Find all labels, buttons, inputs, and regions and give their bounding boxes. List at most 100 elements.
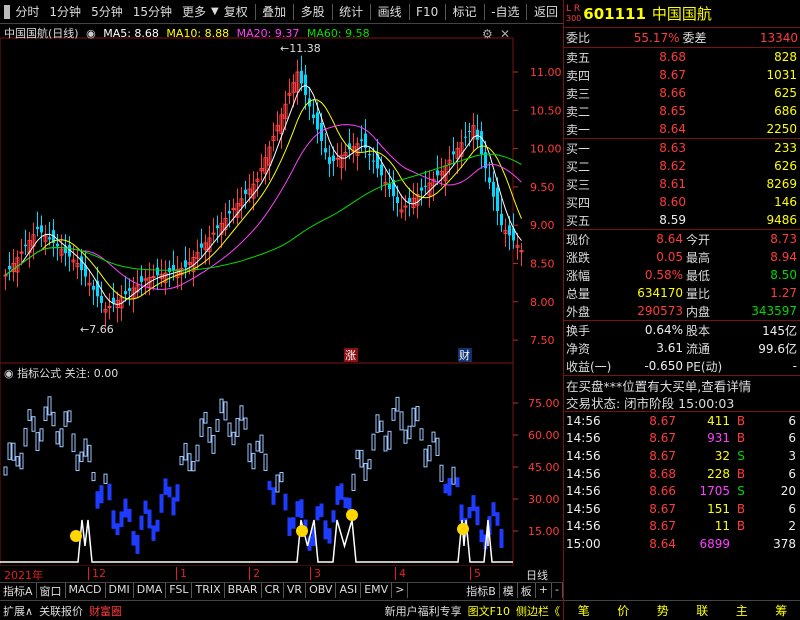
tick-list: 14:56 8.67 411 B 6 14:56 8.67 931 B 6 14:56 8.67 32 S… (564, 412, 800, 553)
tick-row: 14:56 8.66 1705 S 20 (566, 484, 796, 499)
tab-board[interactable]: 板 (518, 583, 536, 598)
tab-dmi[interactable]: DMI (106, 583, 134, 598)
tab-cr[interactable]: CR (262, 583, 284, 598)
low-price-label: ←7.66 (80, 323, 114, 336)
panel-tab[interactable]: 筹 (762, 602, 800, 619)
panel-tab[interactable]: 主 (722, 602, 762, 619)
quote-panel: L R 300 601111 中国国航 委比 55.17% 委差 13340 卖五… (563, 0, 800, 620)
bid-row[interactable]: 买二 8.62 626 (564, 157, 800, 175)
tab-indicator-a[interactable]: 指标A (0, 583, 37, 598)
related-quotes-button[interactable]: 关联报价 (36, 603, 86, 619)
indicator-label: 指标公式 关注: 0.00 (17, 367, 119, 380)
ma10-label: MA10: 8.88 (166, 27, 230, 40)
new-user-button[interactable]: 新用户福利专享 (382, 603, 465, 619)
panel-tab[interactable]: 势 (643, 602, 683, 619)
date-label: 2021年 (4, 569, 43, 582)
ask-row[interactable]: 卖四 8.67 1031 (564, 66, 800, 84)
tab-macd[interactable]: MACD (66, 583, 106, 598)
stock-header: L R 300 601111 中国国航 (564, 0, 800, 28)
tab-add[interactable]: + (536, 583, 553, 598)
date-label: 3 (314, 567, 321, 580)
ma20-label: MA20: 9.37 (236, 27, 300, 40)
settings-icon[interactable]: ◉ (86, 27, 96, 40)
quote-row: 涨幅 0.58% 最低 8.50 (566, 268, 797, 283)
ma60-label: MA60: 9.58 (306, 27, 370, 40)
tab-emv[interactable]: EMV (361, 583, 393, 598)
price-tick-label: 8.00 (530, 296, 555, 309)
tab-remove[interactable]: - (552, 583, 563, 598)
indicator-tabs: 指标A 窗口 MACD DMI DMA FSL TRIX BRAR CR VR … (0, 582, 563, 598)
ask-book: 卖五 8.68 828 卖四 8.67 1031 卖三 8.66 625 卖二 8.65 686 卖一 8… (564, 48, 800, 139)
tab-asi[interactable]: ASI (336, 583, 362, 598)
tab-template[interactable]: 模 (500, 583, 518, 598)
f10-text-button[interactable]: 图文F10 (465, 603, 513, 619)
indicator-title: ◉ 指标公式 关注: 0.00 (4, 365, 118, 381)
panel-tab[interactable]: 笔 (564, 602, 604, 619)
panel-tab[interactable]: 联 (683, 602, 723, 619)
indicator-settings-icon[interactable]: ◉ (4, 367, 14, 380)
trade-status: 交易状态: 闭市阶段 15:00:03 (564, 394, 800, 412)
bid-row[interactable]: 买一 8.63 233 (564, 139, 800, 157)
tab-vr[interactable]: VR (284, 583, 307, 598)
chart-stock-name: 中国国航(日线) (4, 27, 79, 40)
indicator-tick-label: 15.00 (528, 525, 560, 538)
ma-lines (5, 84, 522, 305)
tab-obv[interactable]: OBV (306, 583, 337, 598)
lr-badge[interactable]: L R 300 (566, 4, 581, 24)
tick-row: 14:56 8.67 411 B 6 (566, 413, 796, 428)
fund-row: 净资 3.61 流通 99.6亿 (566, 341, 797, 356)
tick-row: 14:56 8.67 931 B 6 (566, 431, 796, 446)
tab-brar[interactable]: BRAR (225, 583, 262, 598)
indicator-tick-label: 45.00 (528, 461, 560, 474)
tab-next[interactable]: > (392, 583, 409, 598)
tab-fsl[interactable]: FSL (166, 583, 193, 598)
ask-row[interactable]: 卖二 8.65 686 (564, 102, 800, 120)
period-label[interactable]: 日线 (526, 567, 548, 583)
tick-row: 14:56 8.67 32 S 3 (566, 448, 796, 463)
date-label: 5 (474, 567, 481, 580)
face-icon (70, 530, 82, 542)
tab-trix[interactable]: TRIX (192, 583, 225, 598)
quote-table: 现价 8.64 今开 8.73 涨跌 0.05 最高 8.94 涨幅 0.58% 最低 8.50 总量 6… (564, 230, 800, 321)
quote-row: 现价 8.64 今开 8.73 (566, 232, 797, 247)
panel-tabs: 笔 价 势 联 主 筹 (564, 600, 800, 620)
cai-marker: 财 (459, 348, 470, 362)
ask-row[interactable]: 卖三 8.66 625 (564, 84, 800, 102)
price-tick-label: 8.50 (530, 258, 555, 271)
price-tick-label: 7.50 (530, 334, 555, 347)
bottom-bar: 扩展∧ 关联报价 财富圈 新用户福利专享 图文F10 侧边栏《 (0, 600, 563, 620)
face-icon (346, 509, 358, 521)
tick-row: 14:56 8.68 228 B 6 (566, 466, 796, 481)
tick-row: 15:00 8.64 6899 378 (566, 536, 796, 551)
weibi-row: 委比 55.17% 委差 13340 (564, 28, 800, 48)
price-tick-label: 9.50 (530, 181, 555, 194)
panel-tab[interactable]: 价 (604, 602, 644, 619)
face-icon (457, 523, 469, 535)
sidebar-button[interactable]: 侧边栏《 (513, 603, 563, 619)
bid-row[interactable]: 买四 8.60 146 (564, 193, 800, 211)
ask-row[interactable]: 卖一 8.64 2250 (564, 120, 800, 138)
indicator-bars (0, 396, 513, 563)
tab-dma[interactable]: DMA (134, 583, 167, 598)
wealth-circle-button[interactable]: 财富圈 (86, 603, 125, 619)
price-tick-label: 10.00 (530, 143, 562, 156)
fund-row: 收益(一) -0.650 PE(动) - (566, 359, 797, 374)
fundamentals-table: 换手 0.64% 股本 145亿 净资 3.61 流通 99.6亿 收益(一) -0.650 PE(… (564, 321, 800, 376)
notice-text[interactable]: 在买盘***位置有大买单,查看详情 (564, 376, 800, 394)
stock-code: 601111 (583, 4, 646, 23)
bid-row[interactable]: 买五 8.59 9486 (564, 211, 800, 229)
price-tick-label: 10.50 (530, 104, 562, 117)
kline-chart[interactable]: 11.00 10.50 10.00 9.50 9.00 8.50 8.00 7.50 75.00… (0, 0, 563, 600)
ask-row[interactable]: 卖五 8.68 828 (564, 48, 800, 66)
tab-indicator-b[interactable]: 指标B (463, 583, 500, 598)
expand-button[interactable]: 扩展∧ (0, 603, 36, 619)
chart-settings-icon[interactable]: ⚙ (482, 27, 493, 41)
candlesticks (3, 55, 524, 328)
chart-close-icon[interactable]: ✕ (500, 27, 510, 41)
bid-book: 买一 8.63 233 买二 8.62 626 买三 8.61 8269 买四 8.60 146 买五 8… (564, 139, 800, 230)
date-label: 1 (180, 567, 187, 580)
bid-row[interactable]: 买三 8.61 8269 (564, 175, 800, 193)
quote-row: 涨跌 0.05 最高 8.94 (566, 250, 797, 265)
price-tick-label: 9.00 (530, 219, 555, 232)
tab-window[interactable]: 窗口 (37, 583, 66, 598)
